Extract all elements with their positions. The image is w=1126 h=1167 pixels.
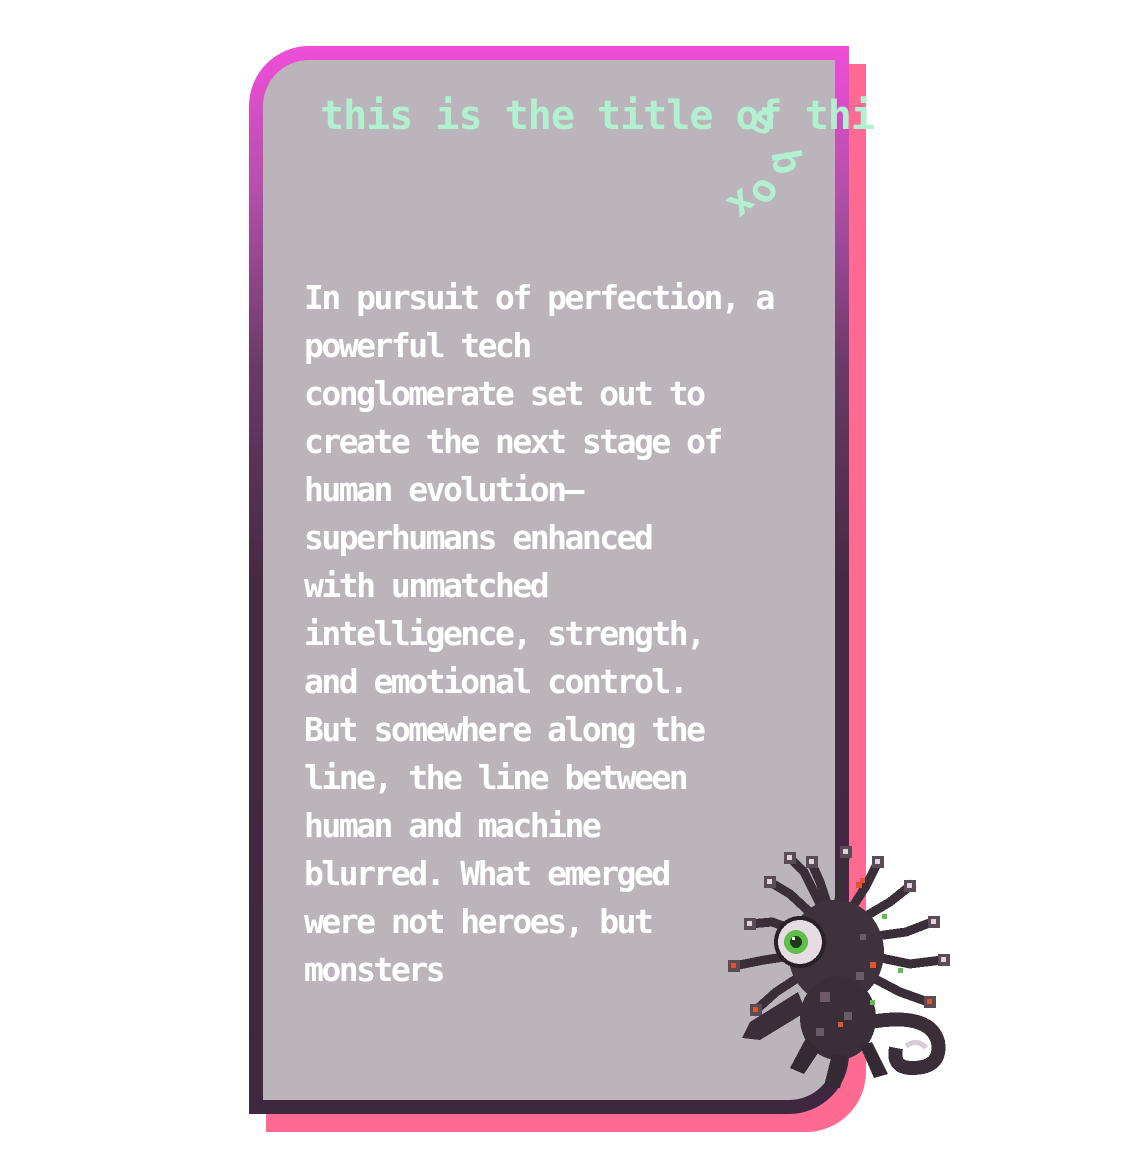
body-line: But somewhere along the — [304, 710, 706, 749]
body-line: superhumans enhanced — [304, 518, 654, 557]
body-line: intelligence, strength, — [304, 614, 706, 653]
body-line: blurred. What emerged — [304, 854, 671, 893]
body-line: conglomerate set out to — [304, 374, 706, 413]
body-line: monsters — [304, 950, 445, 989]
body-line: with unmatched — [304, 566, 550, 605]
card-title: this is the title of thi — [320, 93, 875, 139]
body-line: create the next stage of — [304, 422, 723, 461]
body-line: powerful tech — [304, 326, 532, 365]
body-line: In pursuit of perfection, a — [304, 278, 775, 317]
body-line: and emotional control. — [304, 662, 689, 701]
body-line: were not heroes, but — [304, 902, 654, 941]
card-body-text: In pursuit of perfection, a powerful tec… — [304, 274, 784, 994]
card-stage: this is the title of thi s b o x In purs… — [0, 0, 1126, 1167]
tentacle-eye-monster-icon — [728, 846, 950, 1088]
body-line: human and machine — [304, 806, 602, 845]
body-line: line, the line between — [304, 758, 689, 797]
body-line: human evolution— — [304, 470, 584, 509]
